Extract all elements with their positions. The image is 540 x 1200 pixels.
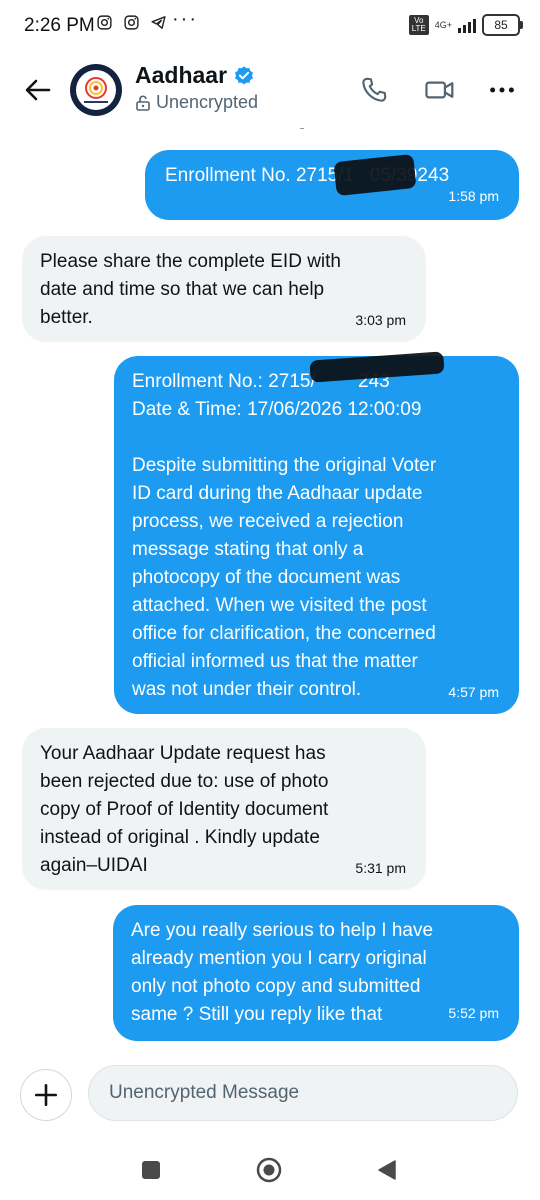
volte-icon: Vo LTE (408, 15, 429, 35)
back-arrow-icon (25, 79, 51, 101)
back-button[interactable] (22, 74, 54, 106)
battery-level: 85 (482, 14, 523, 36)
instagram-icon (97, 15, 112, 30)
contact-name[interactable]: Aadhaar (135, 62, 255, 89)
network-type: 4G+ (434, 19, 452, 30)
instagram-icon (124, 15, 139, 30)
message-text: Are you really serious to help I have al… (131, 920, 434, 1025)
square-icon (142, 1161, 160, 1179)
message-text: Please share the complete EID with date … (40, 251, 341, 328)
message-time: 5:52 pm (448, 1005, 499, 1021)
call-button[interactable] (358, 74, 390, 106)
avatar[interactable] (70, 64, 122, 116)
message-bubble-outgoing[interactable]: Enrollment No.: 2715/ 243 Date & Time: 1… (114, 351, 519, 714)
message-time: 4:57 pm (448, 684, 499, 700)
unlock-icon (136, 94, 150, 111)
notification-icons (96, 14, 167, 31)
encryption-label: Unencrypted (156, 92, 259, 112)
back-nav-button[interactable] (373, 1156, 401, 1184)
conversation-header: Aadhaar Unencrypted (0, 56, 540, 128)
phone-icon (362, 77, 387, 102)
message-bubble-incoming[interactable]: Your Aadhaar Update request has been rej… (22, 728, 426, 890)
message-composer (0, 1064, 540, 1124)
telegram-icon (151, 16, 166, 29)
status-time: 2:26 PM (24, 15, 95, 36)
message-text: Enrollment No.: 2715/ 243 Date & Time: 1… (132, 371, 437, 700)
overflow-notifications: ··· (172, 8, 198, 30)
more-options-button[interactable] (486, 74, 518, 106)
contact-name-label: Aadhaar (135, 62, 228, 88)
message-bubble-outgoing[interactable]: Are you really serious to help I have al… (113, 905, 519, 1041)
system-navigation-bar (0, 1140, 540, 1200)
home-button[interactable] (255, 1156, 283, 1184)
signal-icon (458, 17, 476, 33)
encryption-status: Unencrypted (136, 92, 258, 113)
message-text: Your Aadhaar Update request has been rej… (40, 743, 329, 876)
triangle-back-icon (378, 1160, 396, 1180)
message-bubble-outgoing[interactable]: Enrollment No. 2715/1 05/39243 1:58 pm (145, 150, 519, 220)
divider (300, 128, 304, 129)
message-bubble-incoming[interactable]: Please share the complete EID with date … (22, 236, 426, 342)
more-icon (490, 87, 514, 93)
message-time: 3:03 pm (355, 312, 406, 328)
video-icon (425, 81, 454, 99)
status-bar: 2:26 PM ··· Vo LTE 4G+ 85 (0, 0, 540, 56)
video-call-button[interactable] (424, 74, 456, 106)
message-time: 5:31 pm (355, 860, 406, 876)
home-circle-icon (256, 1157, 282, 1183)
aadhaar-logo-icon (84, 77, 108, 103)
add-attachment-button[interactable] (20, 1069, 72, 1121)
recent-apps-button[interactable] (137, 1156, 165, 1184)
system-indicators: Vo LTE 4G+ 85 (408, 14, 523, 36)
message-time: 1:58 pm (448, 188, 499, 204)
plus-icon (34, 1083, 58, 1107)
verified-badge-icon (235, 65, 254, 85)
message-input[interactable] (88, 1065, 518, 1121)
